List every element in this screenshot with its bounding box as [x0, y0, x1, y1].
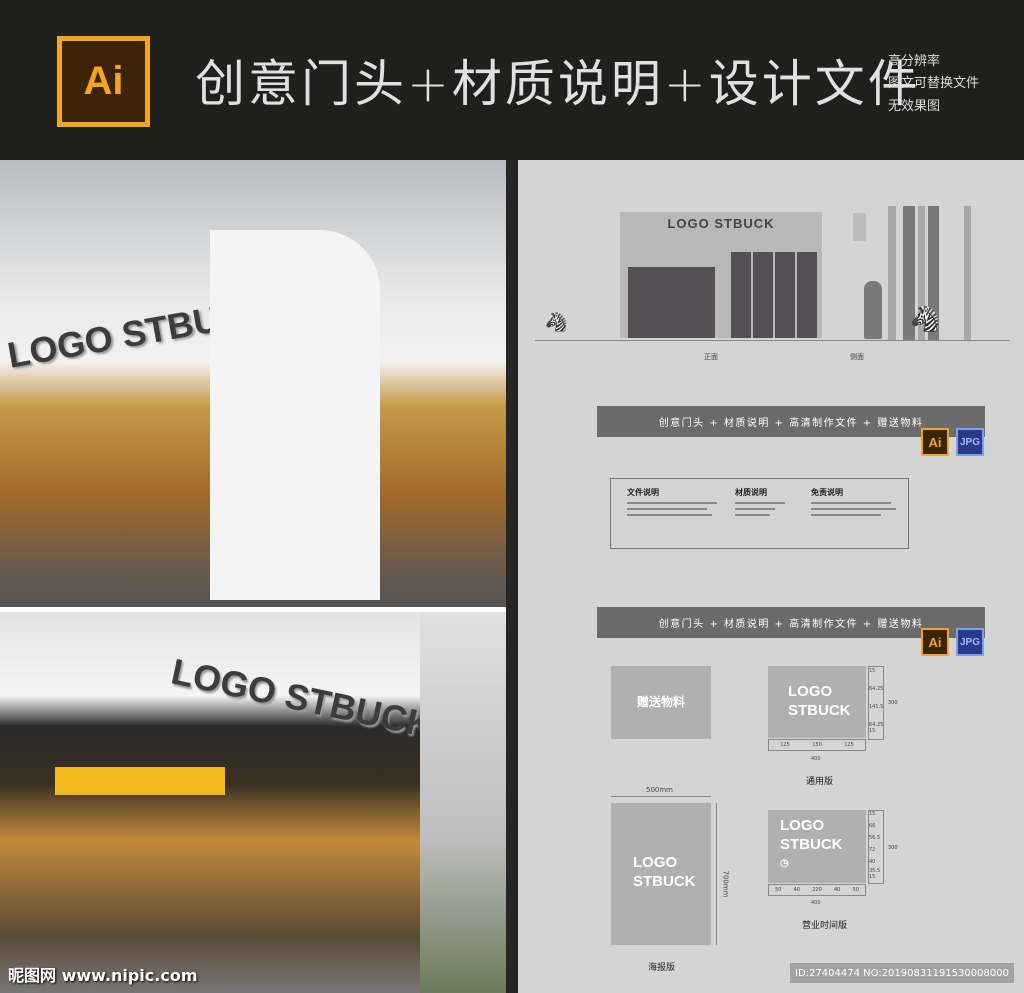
- ai-file-icon: Ai: [921, 628, 949, 656]
- dim-width: 400: [811, 900, 821, 906]
- dim: 220: [812, 887, 822, 893]
- hours-dims-right: 15 66 56.5 72 40 35.5 15: [868, 810, 884, 884]
- door: [753, 252, 773, 338]
- awning: [55, 767, 225, 795]
- building-corner: [210, 230, 380, 600]
- window: [628, 267, 715, 338]
- poster-line1: LOGO: [633, 854, 678, 871]
- person-silhouette: [864, 281, 882, 339]
- dim-line: [611, 796, 711, 797]
- dim: 15: [869, 811, 876, 817]
- dim: 40: [793, 887, 801, 893]
- dim: 66: [869, 823, 876, 829]
- hours-dims-bottom: 50 40 220 40 50: [768, 884, 866, 896]
- page-title: 创意门头+材质说明+设计文件: [195, 55, 921, 113]
- general-caption: 通用版: [806, 777, 834, 787]
- dim: 56.5: [869, 835, 881, 841]
- gift-box: 赠送物料: [611, 666, 711, 739]
- feature-2: 图文可替换文件: [888, 76, 980, 91]
- dim: 125: [780, 742, 790, 748]
- dim: 40: [869, 859, 876, 865]
- feature-1: 高分辨率: [888, 54, 941, 69]
- ground-line: [535, 340, 1010, 341]
- street: [420, 612, 506, 993]
- sign-line1: LOGO: [780, 817, 825, 834]
- file-notes-heading: 文件说明: [627, 488, 659, 497]
- dim: 50: [852, 887, 859, 893]
- image-id: ID:27404474 NO:20190831191530008000: [790, 963, 1014, 983]
- dim: 15: [869, 874, 876, 880]
- jpg-file-icon: JPG: [956, 428, 984, 456]
- zebra-icon: 🦓: [545, 312, 568, 333]
- dim: 125: [844, 742, 854, 748]
- illustrator-logo-icon: Ai: [57, 36, 150, 127]
- dim-height: 300: [888, 845, 898, 851]
- door: [731, 252, 751, 338]
- material-notes-heading: 材质说明: [735, 488, 767, 497]
- poster: LOGO STBUCK: [611, 803, 711, 945]
- dim: 64.25: [869, 686, 884, 692]
- disclaimer-heading: 免责说明: [811, 488, 843, 497]
- watermark: 昵图网 www.nipic.com: [8, 966, 198, 985]
- general-sign: LOGO STBUCK: [768, 666, 866, 738]
- feature-3: 无效果图: [888, 99, 941, 114]
- sign-line2: STBUCK: [780, 836, 843, 853]
- sign-line2: STBUCK: [788, 702, 851, 719]
- dim: 15: [869, 668, 876, 674]
- hours-sign: LOGO STBUCK ◷: [768, 810, 866, 883]
- dim: 141.5: [869, 704, 884, 710]
- dim: 150: [812, 742, 822, 748]
- facade-sign: LOGO STBUCK: [667, 216, 775, 231]
- dim: 40: [833, 887, 841, 893]
- dim: 50: [775, 887, 782, 893]
- storefront-photo-1: LOGO STBUCK: [0, 160, 506, 607]
- store-sign: LOGO STBUCK: [167, 650, 437, 746]
- front-label: 正面: [704, 353, 718, 361]
- side-sign: [853, 213, 866, 241]
- info-box: 文件说明 材质说明 免责说明: [610, 478, 909, 549]
- header: Ai 创意门头+材质说明+设计文件 高分辨率 图文可替换文件 无效果图: [0, 0, 1024, 160]
- gap: [506, 160, 518, 993]
- door: [797, 252, 817, 338]
- zebra-icon: 🦓: [910, 305, 940, 333]
- hours-caption: 营业时间版: [802, 921, 848, 931]
- poster-caption: 海报版: [648, 963, 676, 973]
- tree: [888, 206, 896, 340]
- tree: [964, 206, 971, 340]
- sign-line1: LOGO: [788, 683, 833, 700]
- jpg-file-icon: JPG: [956, 628, 984, 656]
- poster-line2: STBUCK: [633, 873, 696, 890]
- poster-height: 700mm: [721, 870, 730, 898]
- logo-text: Ai: [62, 41, 145, 122]
- facade-elevation: LOGO STBUCK: [620, 212, 822, 338]
- dim-line: [716, 803, 717, 945]
- door: [775, 252, 795, 338]
- clock-icon: ◷: [780, 858, 789, 869]
- side-label: 侧面: [850, 353, 864, 361]
- dim: 15: [869, 728, 876, 734]
- dim-width: 400: [811, 756, 821, 762]
- ai-file-icon: Ai: [921, 428, 949, 456]
- dim-height: 300: [888, 700, 898, 706]
- poster-width: 500mm: [646, 786, 673, 794]
- general-dims-right: 15 64.25 141.5 64.25 15: [868, 666, 884, 740]
- general-dims-bottom: 125 150 125: [768, 739, 866, 751]
- storefront-photo-2: LOGO STBUCK 昵图网 www.nipic.com: [0, 612, 506, 993]
- dim: 72: [869, 847, 876, 853]
